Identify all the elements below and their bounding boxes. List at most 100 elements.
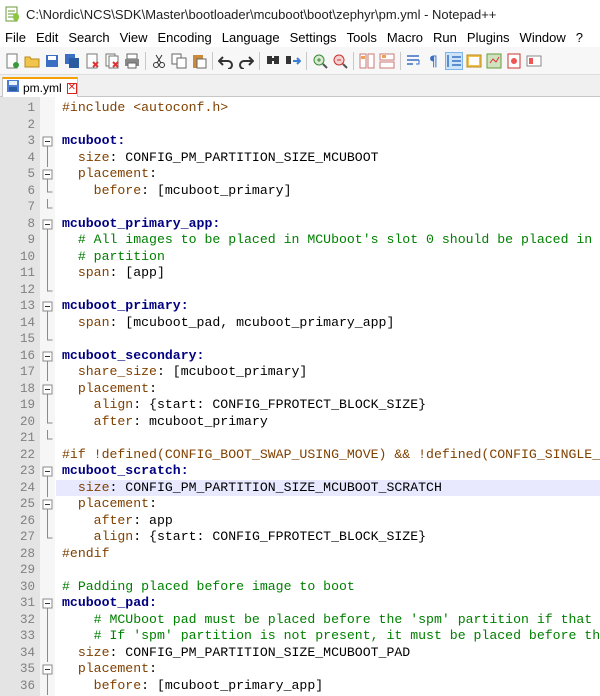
code-line[interactable]: 33 # If 'spm' partition is not present, … xyxy=(0,628,600,645)
code-line[interactable]: 20 after: mcuboot_primary xyxy=(0,413,600,431)
code-line[interactable]: 18 placement: xyxy=(0,381,600,398)
code-area[interactable]: before: [mcuboot_primary] xyxy=(56,183,600,200)
code-area[interactable]: #if !defined(CONFIG_BOOT_SWAP_USING_MOVE… xyxy=(56,447,600,464)
code-area[interactable] xyxy=(56,282,600,299)
menu-search[interactable]: Search xyxy=(63,30,114,45)
fold-toggle-icon[interactable] xyxy=(40,133,55,150)
fold-toggle-icon[interactable] xyxy=(40,298,55,315)
code-area[interactable]: size: CONFIG_PM_PARTITION_SIZE_MCUBOOT_P… xyxy=(56,645,600,662)
code-area[interactable] xyxy=(56,117,600,134)
code-line[interactable]: 12 xyxy=(0,281,600,299)
menu-settings[interactable]: Settings xyxy=(285,30,342,45)
fold-toggle-icon[interactable] xyxy=(40,595,55,612)
print-icon[interactable] xyxy=(123,52,141,70)
code-line[interactable]: 36 before: [mcuboot_primary_app] xyxy=(0,677,600,695)
code-area[interactable]: placement: xyxy=(56,381,600,398)
sync-horizontal-icon[interactable] xyxy=(378,52,396,70)
open-file-icon[interactable] xyxy=(23,52,41,70)
fold-toggle-icon[interactable] xyxy=(40,381,55,398)
menu-run[interactable]: Run xyxy=(428,30,462,45)
code-line[interactable]: 10 # partition xyxy=(0,248,600,266)
close-all-icon[interactable] xyxy=(103,52,121,70)
code-area[interactable]: span: [app] xyxy=(56,265,600,282)
tab-pm-yml[interactable]: pm.yml ✕ xyxy=(2,77,78,97)
code-line[interactable]: 26 after: app xyxy=(0,512,600,530)
save-all-icon[interactable] xyxy=(63,52,81,70)
monitoring-icon[interactable] xyxy=(525,52,543,70)
code-area[interactable]: align: {start: CONFIG_FPROTECT_BLOCK_SIZ… xyxy=(56,397,600,414)
code-line[interactable]: 19 align: {start: CONFIG_FPROTECT_BLOCK_… xyxy=(0,397,600,414)
fold-toggle-icon[interactable] xyxy=(40,661,55,678)
show-all-chars-icon[interactable]: ¶ xyxy=(425,52,443,70)
word-wrap-icon[interactable] xyxy=(405,52,423,70)
code-area[interactable]: share_size: [mcuboot_primary] xyxy=(56,364,600,381)
code-line[interactable]: 27 align: {start: CONFIG_FPROTECT_BLOCK_… xyxy=(0,529,600,546)
zoom-in-icon[interactable] xyxy=(311,52,329,70)
redo-icon[interactable] xyxy=(237,52,255,70)
code-line[interactable]: 13 mcuboot_primary: xyxy=(0,298,600,315)
menu-language[interactable]: Language xyxy=(217,30,285,45)
code-area[interactable]: # All images to be placed in MCUboot's s… xyxy=(56,232,600,249)
indent-guide-icon[interactable] xyxy=(445,51,463,70)
function-list-icon[interactable] xyxy=(485,52,503,70)
code-area[interactable] xyxy=(56,199,600,216)
code-area[interactable]: # partition xyxy=(56,249,600,266)
fold-toggle-icon[interactable] xyxy=(40,348,55,365)
menu-plugins[interactable]: Plugins xyxy=(462,30,515,45)
code-area[interactable]: span: [mcuboot_pad, mcuboot_primary_app] xyxy=(56,315,600,332)
code-line[interactable]: 28 #endif xyxy=(0,546,600,563)
menu-tools[interactable]: Tools xyxy=(342,30,382,45)
code-area[interactable]: # If 'spm' partition is not present, it … xyxy=(56,628,600,645)
tab-close-icon[interactable]: ✕ xyxy=(66,82,78,94)
code-area[interactable] xyxy=(56,331,600,348)
code-line[interactable]: 1 #include <autoconf.h> xyxy=(0,100,600,117)
code-line[interactable]: 11 span: [app] xyxy=(0,265,600,282)
code-line[interactable]: 3 mcuboot: xyxy=(0,133,600,150)
new-file-icon[interactable] xyxy=(3,52,21,70)
code-area[interactable]: mcuboot_primary: xyxy=(56,298,600,315)
paste-icon[interactable] xyxy=(190,52,208,70)
code-area[interactable] xyxy=(56,562,600,579)
fold-toggle-icon[interactable] xyxy=(40,496,55,513)
code-area[interactable]: placement: xyxy=(56,496,600,513)
copy-icon[interactable] xyxy=(170,52,188,70)
code-area[interactable]: mcuboot_scratch: xyxy=(56,463,600,480)
code-area[interactable]: size: CONFIG_PM_PARTITION_SIZE_MCUBOOT_S… xyxy=(56,479,600,496)
code-line[interactable]: 7 xyxy=(0,199,600,216)
code-line[interactable]: 16 mcuboot_secondary: xyxy=(0,348,600,365)
code-line[interactable]: 34 size: CONFIG_PM_PARTITION_SIZE_MCUBOO… xyxy=(0,644,600,662)
save-icon[interactable] xyxy=(43,52,61,70)
code-area[interactable]: after: mcuboot_primary xyxy=(56,414,600,431)
document-map-icon[interactable] xyxy=(465,52,483,70)
code-line[interactable]: 9 # All images to be placed in MCUboot's… xyxy=(0,232,600,249)
code-line[interactable]: 15 xyxy=(0,331,600,348)
code-line[interactable]: 25 placement: xyxy=(0,496,600,513)
code-line[interactable]: 30 # Padding placed before image to boot xyxy=(0,579,600,596)
code-line[interactable]: 4 size: CONFIG_PM_PARTITION_SIZE_MCUBOOT xyxy=(0,149,600,167)
menu-edit[interactable]: Edit xyxy=(31,30,63,45)
code-line[interactable]: 35 placement: xyxy=(0,661,600,678)
code-area[interactable]: after: app xyxy=(56,513,600,530)
code-line[interactable]: 6 before: [mcuboot_primary] xyxy=(0,182,600,200)
menu-view[interactable]: View xyxy=(115,30,153,45)
editor[interactable]: 1 #include <autoconf.h> 2 3 mcuboot: 4 size: … xyxy=(0,97,600,696)
code-area[interactable]: mcuboot_pad: xyxy=(56,595,600,612)
code-line[interactable]: 29 xyxy=(0,562,600,579)
code-line[interactable]: 31 mcuboot_pad: xyxy=(0,595,600,612)
code-line[interactable]: 17 share_size: [mcuboot_primary] xyxy=(0,364,600,381)
code-line[interactable]: 24 size: CONFIG_PM_PARTITION_SIZE_MCUBOO… xyxy=(0,479,600,497)
replace-icon[interactable] xyxy=(284,52,302,70)
code-area[interactable]: # MCUboot pad must be placed before the … xyxy=(56,612,600,629)
menu-window[interactable]: Window xyxy=(515,30,571,45)
code-area[interactable]: size: CONFIG_PM_PARTITION_SIZE_MCUBOOT xyxy=(56,150,600,167)
code-line[interactable]: 23 mcuboot_scratch: xyxy=(0,463,600,480)
code-line[interactable]: 32 # MCUboot pad must be placed before t… xyxy=(0,611,600,629)
cut-icon[interactable] xyxy=(150,52,168,70)
fold-toggle-icon[interactable] xyxy=(40,166,55,183)
code-area[interactable]: mcuboot: xyxy=(56,133,600,150)
zoom-out-icon[interactable] xyxy=(331,52,349,70)
close-icon[interactable] xyxy=(83,52,101,70)
menu-file[interactable]: File xyxy=(0,30,31,45)
code-area[interactable] xyxy=(56,430,600,447)
fold-toggle-icon[interactable] xyxy=(40,463,55,480)
